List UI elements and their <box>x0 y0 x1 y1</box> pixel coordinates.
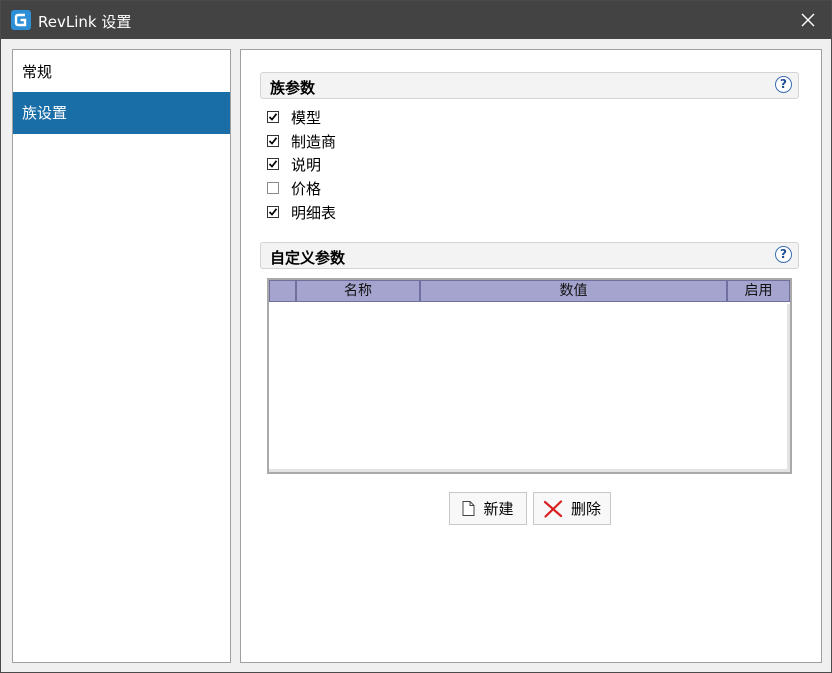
option-label: 制造商 <box>291 132 337 151</box>
option-schedule[interactable]: 明细表 <box>267 201 336 223</box>
main-panel: 族参数 ? 模型 制造商 说明 价格 明细表 自定义参数 ? 名称 数值 启用 … <box>240 49 822 663</box>
option-price[interactable]: 价格 <box>267 177 321 199</box>
checkbox-checked[interactable] <box>267 111 279 123</box>
title-bar: RevLink 设置 <box>1 1 831 39</box>
grid-vertical-scrollbar[interactable] <box>787 304 790 472</box>
grid-header: 名称 数值 启用 <box>269 280 790 304</box>
delete-x-icon <box>543 499 563 518</box>
delete-button-label: 删除 <box>570 500 601 518</box>
row-header-corner[interactable] <box>269 280 296 302</box>
custom-params-title: 自定义参数 <box>270 249 346 267</box>
column-header-enabled[interactable]: 启用 <box>727 280 790 302</box>
option-label: 价格 <box>291 179 322 198</box>
option-model[interactable]: 模型 <box>267 106 321 128</box>
sidebar-item-general[interactable]: 常规 <box>13 51 230 93</box>
column-header-value[interactable]: 数值 <box>420 280 727 302</box>
checkbox-checked[interactable] <box>267 158 279 170</box>
window-title: RevLink 设置 <box>38 13 132 31</box>
family-params-header: 族参数 ? <box>260 72 799 99</box>
option-label: 说明 <box>291 155 322 174</box>
custom-params-grid[interactable]: 名称 数值 启用 <box>267 278 792 474</box>
checkbox-checked[interactable] <box>267 206 279 218</box>
custom-params-header: 自定义参数 ? <box>260 242 799 269</box>
revlink-logo-icon <box>11 10 31 30</box>
settings-window: RevLink 设置 常规 族设置 族参数 ? 模型 制造商 说明 价格 明细表… <box>0 0 832 673</box>
close-icon <box>801 13 815 27</box>
help-icon[interactable]: ? <box>775 246 792 263</box>
option-description[interactable]: 说明 <box>267 153 321 175</box>
delete-button[interactable]: 删除 <box>533 492 611 525</box>
column-header-name[interactable]: 名称 <box>296 280 420 302</box>
close-button[interactable] <box>785 1 831 39</box>
help-icon[interactable]: ? <box>775 76 792 93</box>
option-manufacturer[interactable]: 制造商 <box>267 130 336 152</box>
family-params-title: 族参数 <box>270 79 316 97</box>
new-button-label: 新建 <box>483 500 514 518</box>
sidebar-item-family-settings[interactable]: 族设置 <box>13 92 230 134</box>
new-button[interactable]: 新建 <box>449 492 527 525</box>
checkbox-checked[interactable] <box>267 135 279 147</box>
option-label: 模型 <box>291 108 322 127</box>
grid-horizontal-scrollbar[interactable] <box>269 469 790 472</box>
new-document-icon <box>462 501 475 516</box>
settings-sidebar: 常规 族设置 <box>12 49 231 663</box>
checkbox-unchecked[interactable] <box>267 182 279 194</box>
option-label: 明细表 <box>291 203 337 222</box>
